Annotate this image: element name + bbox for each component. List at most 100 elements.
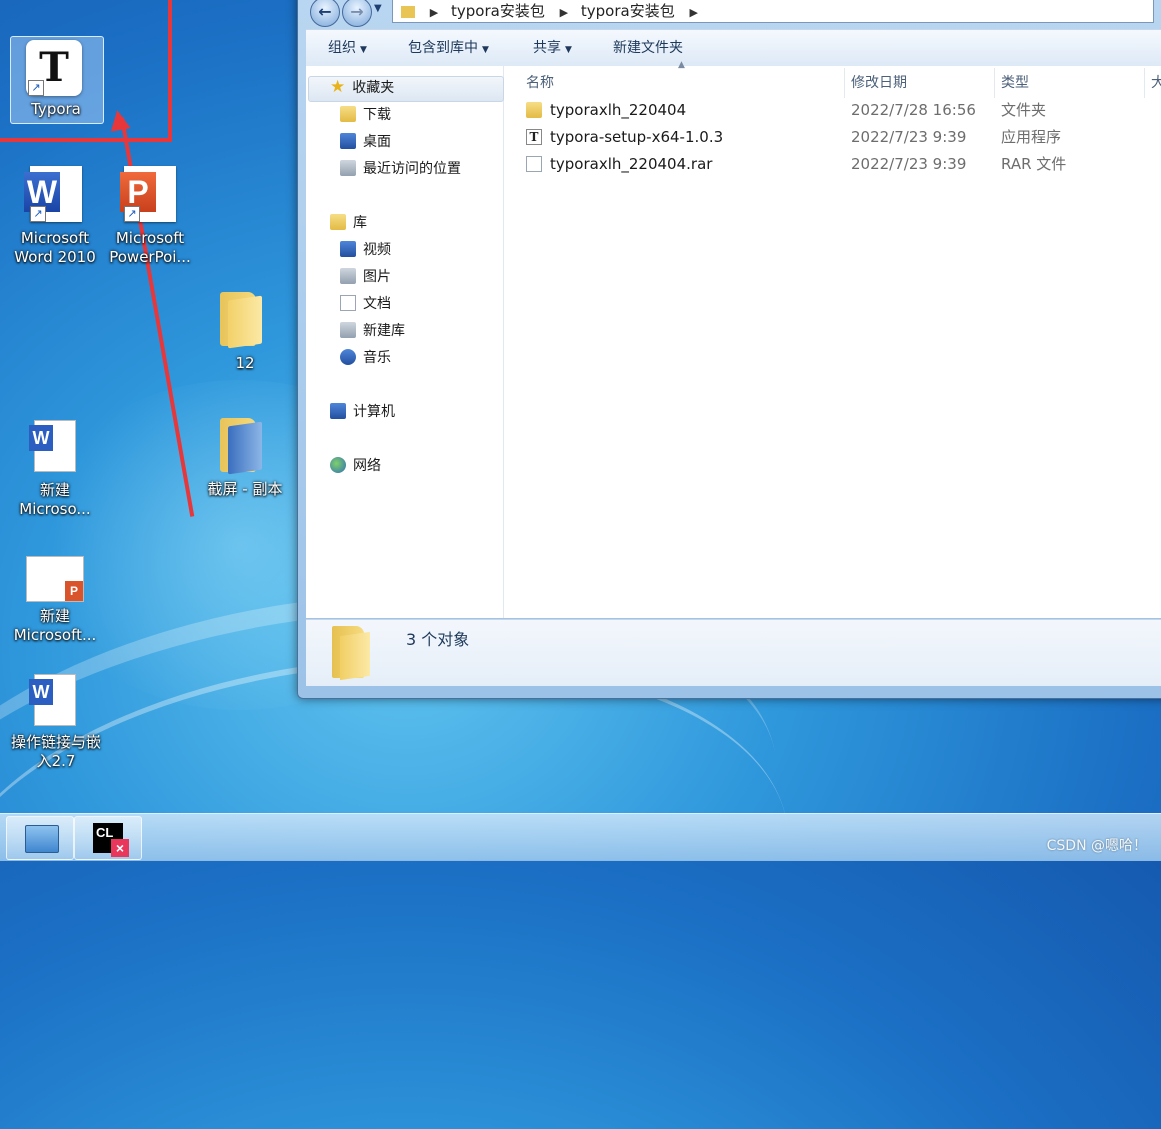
- nav-recent-places[interactable]: 最近访问的位置: [340, 157, 461, 181]
- nav-libraries[interactable]: 库: [330, 211, 367, 235]
- back-button[interactable]: ←: [310, 0, 340, 27]
- desktop-icon-label: 操作链接与嵌入2.7: [10, 733, 101, 770]
- table-row[interactable]: typoraxlh_220404: [526, 98, 686, 122]
- desktop-icon-label: 12: [235, 354, 255, 372]
- breadcrumb-folder-icon: [401, 5, 415, 18]
- nav-computer[interactable]: 计算机: [330, 400, 395, 424]
- taskbar-app-button[interactable]: [6, 816, 74, 860]
- desktop-icon-powerpoint[interactable]: Microsoft PowerPoi...: [104, 229, 196, 267]
- desktop-icon-label: 新建 Microso...: [19, 481, 91, 518]
- breadcrumb-chevron-icon: ▶: [429, 6, 439, 19]
- desktop-icon-label: 新建 Microsoft...: [13, 607, 97, 644]
- nav-downloads[interactable]: 下载: [340, 103, 391, 127]
- nav-label: 视频: [363, 242, 391, 258]
- table-row[interactable]: Ttypora-setup-x64-1.0.3: [526, 125, 723, 149]
- table-row[interactable]: typoraxlh_220404.rar: [526, 152, 712, 176]
- folder-icon: [526, 101, 542, 118]
- file-name: typoraxlh_220404.rar: [550, 155, 713, 173]
- desktop-icon-link-embed-doc[interactable]: 操作链接与嵌入2.7: [6, 733, 106, 771]
- column-header-type[interactable]: 类型: [1001, 68, 1029, 98]
- nav-network[interactable]: 网络: [330, 454, 381, 478]
- network-icon: [330, 457, 346, 473]
- include-in-library-menu[interactable]: 包含到库中 ▼: [408, 30, 489, 68]
- nav-new-library[interactable]: 新建库: [340, 319, 405, 343]
- file-type: 应用程序: [1001, 128, 1062, 146]
- recent-places-icon: [340, 160, 356, 176]
- taskbar-clion-button[interactable]: CL ×: [74, 816, 142, 860]
- app-icon: [25, 825, 59, 853]
- clion-icon: CL ×: [93, 823, 129, 857]
- recent-pages-dropdown-icon[interactable]: ▼: [374, 3, 382, 14]
- nav-music[interactable]: 音乐: [340, 346, 391, 370]
- include-in-library-label: 包含到库中: [408, 40, 478, 56]
- powerpoint-doc-icon[interactable]: P: [26, 556, 84, 602]
- taskbar: CL ×: [0, 813, 1161, 861]
- organize-label: 组织: [328, 40, 356, 56]
- content-panel: ★ 收藏夹 下载 桌面 最近访问的位置 库 视频 图片 文档 新建库 音乐 计算机…: [306, 60, 1161, 618]
- file-type: RAR 文件: [1001, 155, 1067, 173]
- desktop-icon: [340, 133, 356, 149]
- file-list: ▲ 名称 修改日期 类型 大 typoraxlh_220404 2022/7/2…: [504, 60, 1161, 618]
- column-header-size[interactable]: 大: [1151, 68, 1161, 98]
- column-divider[interactable]: [844, 68, 845, 98]
- breadcrumb[interactable]: ▶ typora安装包 ▶ typora安装包 ▶: [392, 0, 1154, 23]
- chevron-down-icon: ▼: [482, 45, 489, 55]
- nav-desktop[interactable]: 桌面: [340, 130, 391, 154]
- folder-icon[interactable]: [220, 292, 264, 349]
- documents-icon: [340, 295, 356, 311]
- file-name: typoraxlh_220404: [550, 101, 687, 119]
- column-header-name[interactable]: 名称: [526, 68, 554, 98]
- nav-pictures[interactable]: 图片: [340, 265, 391, 289]
- nav-label: 桌面: [363, 134, 391, 150]
- nav-label: 音乐: [363, 350, 391, 366]
- nav-favorites[interactable]: ★ 收藏夹: [330, 76, 394, 100]
- sort-ascending-icon: ▲: [678, 60, 685, 70]
- breadcrumb-chevron-icon: ▶: [689, 6, 698, 19]
- folder-icon[interactable]: [220, 418, 264, 475]
- desktop-icon-label: Microsoft Word 2010: [14, 229, 96, 266]
- downloads-folder-icon: [340, 106, 356, 122]
- desktop-icon-new-ppt[interactable]: 新建 Microsoft...: [8, 607, 102, 645]
- star-icon: ★: [330, 77, 346, 97]
- column-divider[interactable]: [994, 68, 995, 98]
- libraries-icon: [330, 214, 346, 230]
- file-icon: [526, 155, 542, 172]
- new-library-icon: [340, 322, 356, 338]
- command-toolbar: 组织 ▼ 包含到库中 ▼ 共享 ▼ 新建文件夹: [306, 29, 1161, 67]
- nav-label: 下载: [363, 107, 391, 123]
- explorer-window: ← → ▼ ▶ typora安装包 ▶ typora安装包 ▶ 组织 ▼ 包含到库…: [297, 0, 1161, 699]
- breadcrumb-item[interactable]: typora安装包: [581, 2, 675, 20]
- nav-label: 最近访问的位置: [363, 161, 461, 177]
- address-bar: ← → ▼ ▶ typora安装包 ▶ typora安装包 ▶: [306, 0, 1161, 27]
- desktop-icon-new-word-doc[interactable]: 新建 Microso...: [10, 481, 100, 519]
- watermark: CSDN @嗯哈！: [1046, 838, 1147, 854]
- status-bar: 3 个对象: [306, 619, 1161, 686]
- share-menu[interactable]: 共享 ▼: [533, 30, 572, 68]
- column-header-modified[interactable]: 修改日期: [851, 68, 907, 98]
- nav-label: 网络: [353, 458, 381, 474]
- file-modified: 2022/7/23 9:39: [851, 155, 967, 173]
- forward-button[interactable]: →: [342, 0, 372, 27]
- desktop-folder-screenshot-copy[interactable]: 截屏 - 副本: [200, 480, 290, 499]
- pictures-icon: [340, 268, 356, 284]
- new-folder-label: 新建文件夹: [613, 40, 683, 56]
- desktop-icon-word-2010[interactable]: Microsoft Word 2010: [8, 229, 102, 267]
- breadcrumb-item[interactable]: typora安装包: [451, 2, 545, 20]
- nav-label: 新建库: [363, 323, 405, 339]
- word-doc-icon[interactable]: W: [29, 420, 76, 472]
- folder-icon: [332, 626, 372, 681]
- word-doc-icon[interactable]: W: [29, 674, 76, 726]
- new-folder-button[interactable]: 新建文件夹: [613, 30, 683, 66]
- nav-label: 计算机: [353, 404, 395, 420]
- file-modified: 2022/7/23 9:39: [851, 128, 967, 146]
- organize-menu[interactable]: 组织 ▼: [328, 30, 367, 68]
- breadcrumb-chevron-icon: ▶: [559, 6, 569, 19]
- desktop-folder-12[interactable]: 12: [210, 354, 280, 373]
- desktop-icon-label: 截屏 - 副本: [207, 480, 283, 498]
- chevron-down-icon: ▼: [360, 45, 367, 55]
- column-divider[interactable]: [1144, 68, 1145, 98]
- shortcut-arrow-icon: ↗: [124, 206, 140, 222]
- object-count: 3 个对象: [406, 630, 470, 649]
- nav-videos[interactable]: 视频: [340, 238, 391, 262]
- nav-documents[interactable]: 文档: [340, 292, 391, 316]
